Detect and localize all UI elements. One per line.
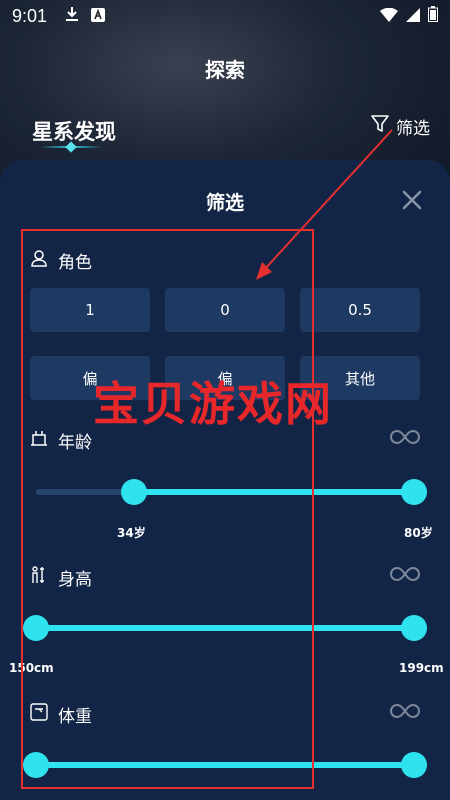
page-title: 探索 xyxy=(205,58,245,82)
role-label-row: 角色 xyxy=(30,248,92,273)
height-max-value: 199cm xyxy=(399,661,444,675)
wifi-icon xyxy=(380,6,398,27)
height-label: 身高 xyxy=(58,570,92,590)
infinity-icon xyxy=(390,702,420,724)
person-icon xyxy=(30,249,48,272)
calendar-icon xyxy=(30,430,48,451)
close-icon xyxy=(402,190,422,210)
scale-icon xyxy=(30,703,48,726)
weight-slider-range[interactable] xyxy=(36,762,414,768)
age-label: 年龄 xyxy=(58,433,92,453)
role-option-0-5[interactable]: 0.5 xyxy=(300,288,420,332)
age-slider-range xyxy=(134,489,414,495)
height-slider-range[interactable] xyxy=(36,625,414,631)
role-option-1[interactable]: 1 xyxy=(30,288,150,332)
role-label: 角色 xyxy=(58,253,92,273)
age-label-row: 年龄 xyxy=(30,428,92,453)
status-bar: 9:01 xyxy=(0,0,450,32)
download-icon xyxy=(65,6,79,27)
battery-icon xyxy=(428,5,438,27)
filter-button-label: 筛选 xyxy=(396,119,430,139)
app-notification-icon xyxy=(91,6,106,27)
sheet-title: 筛选 xyxy=(205,192,244,214)
funnel-icon xyxy=(370,114,390,139)
age-min-value: 34岁 xyxy=(117,526,146,540)
age-max-value: 80岁 xyxy=(404,526,433,540)
height-slider-min-handle[interactable] xyxy=(23,615,49,641)
infinity-icon xyxy=(390,428,420,450)
status-time: 9:01 xyxy=(12,5,48,26)
height-slider-max-handle[interactable] xyxy=(401,615,427,641)
role-option-0[interactable]: 0 xyxy=(165,288,285,332)
filter-button[interactable]: 筛选 xyxy=(370,114,430,139)
signal-icon xyxy=(406,6,420,27)
age-slider-min-handle[interactable] xyxy=(121,479,147,505)
weight-slider-max-handle[interactable] xyxy=(401,752,427,778)
age-slider-max-handle[interactable] xyxy=(401,479,427,505)
height-icon xyxy=(30,566,48,589)
weight-label: 体重 xyxy=(58,707,92,727)
height-label-row: 身高 xyxy=(30,565,92,590)
weight-label-row: 体重 xyxy=(30,702,92,727)
weight-slider-min-handle[interactable] xyxy=(23,752,49,778)
age-slider-track[interactable] xyxy=(36,489,134,495)
role-option-pian-0[interactable]: 偏 xyxy=(165,356,285,400)
section-title: 星系发现 xyxy=(32,120,116,144)
infinity-icon xyxy=(390,565,420,587)
close-button[interactable] xyxy=(400,188,424,212)
section-underline-decoration xyxy=(40,146,102,148)
height-min-value: 150cm xyxy=(9,661,54,675)
role-option-other[interactable]: 其他 xyxy=(300,356,420,400)
role-option-pian-1[interactable]: 偏 xyxy=(30,356,150,400)
